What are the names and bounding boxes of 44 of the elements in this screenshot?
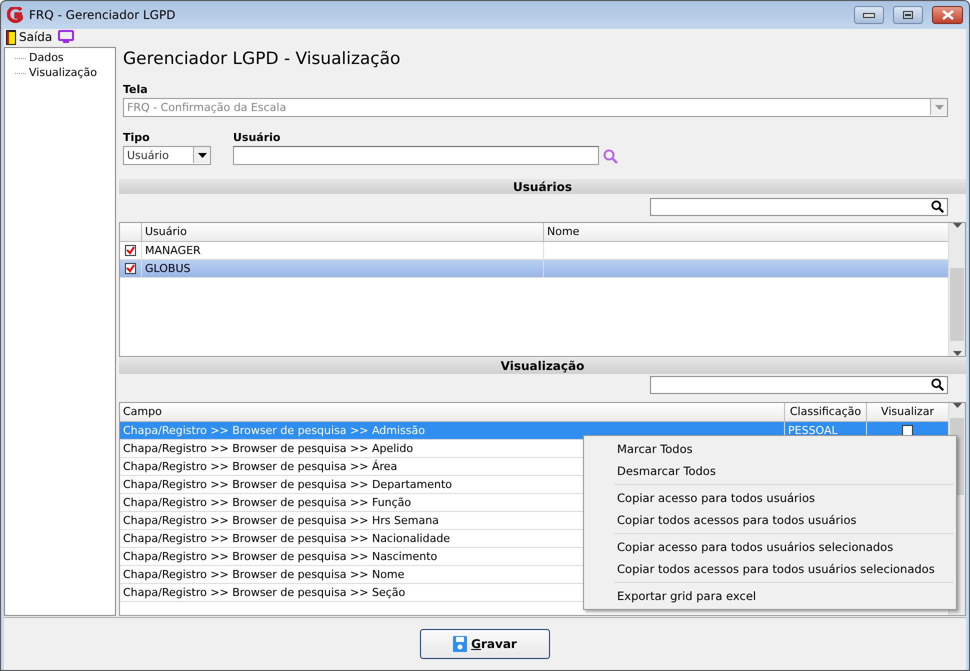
column-header[interactable]: Classificação bbox=[785, 402, 867, 421]
checkbox[interactable] bbox=[902, 424, 913, 436]
search-field[interactable] bbox=[650, 376, 948, 394]
table-cell: PESSOAL bbox=[788, 424, 838, 437]
checkbox[interactable] bbox=[125, 245, 136, 256]
table-cell: GLOBUS bbox=[142, 260, 544, 278]
type-dropdown[interactable]: Usuário bbox=[123, 146, 211, 165]
app-logo-icon bbox=[7, 7, 23, 23]
checkbox[interactable] bbox=[125, 263, 136, 274]
section-header: Visualização bbox=[119, 358, 966, 374]
maximize-button[interactable] bbox=[893, 6, 923, 24]
close-button[interactable] bbox=[932, 6, 963, 24]
caret-icon bbox=[934, 104, 944, 110]
close-icon bbox=[942, 10, 954, 20]
monitor-icon[interactable] bbox=[58, 30, 74, 44]
field-label: Tipo bbox=[123, 130, 151, 144]
column-header[interactable]: Nome bbox=[544, 223, 948, 242]
minimize-button[interactable] bbox=[854, 6, 884, 24]
user-input-field[interactable] bbox=[233, 146, 599, 165]
scrollbar[interactable] bbox=[948, 223, 965, 356]
section-header: Usuários bbox=[119, 178, 966, 194]
exit-button[interactable]: Saída bbox=[6, 30, 52, 44]
column-header[interactable]: Usuário bbox=[142, 223, 544, 242]
table-row[interactable]: GLOBUS bbox=[120, 260, 948, 278]
minimize-icon bbox=[863, 12, 875, 18]
caret-icon bbox=[952, 402, 962, 408]
tree-item[interactable]: Dados bbox=[15, 51, 66, 64]
field-label: Usuário bbox=[233, 130, 282, 144]
column-header[interactable]: Campo bbox=[120, 402, 785, 421]
tree-item[interactable]: Visualização bbox=[15, 66, 99, 79]
maximize-icon bbox=[903, 11, 913, 19]
window-title: FRQ - Gerenciador LGPD bbox=[29, 8, 176, 22]
search-icon[interactable] bbox=[603, 148, 619, 165]
search-icon bbox=[931, 378, 945, 392]
caret-icon bbox=[198, 152, 206, 158]
caret-icon bbox=[952, 223, 962, 228]
save-button[interactable]: Gravar bbox=[420, 629, 550, 659]
field-label: Tela bbox=[123, 82, 149, 96]
column-header[interactable]: Visualizar bbox=[867, 402, 948, 421]
page-heading: Gerenciador LGPD - Visualização bbox=[123, 49, 402, 71]
search-field[interactable] bbox=[650, 198, 948, 216]
table-cell: MANAGER bbox=[142, 242, 544, 260]
search-icon bbox=[931, 200, 945, 214]
door-icon bbox=[6, 30, 16, 44]
